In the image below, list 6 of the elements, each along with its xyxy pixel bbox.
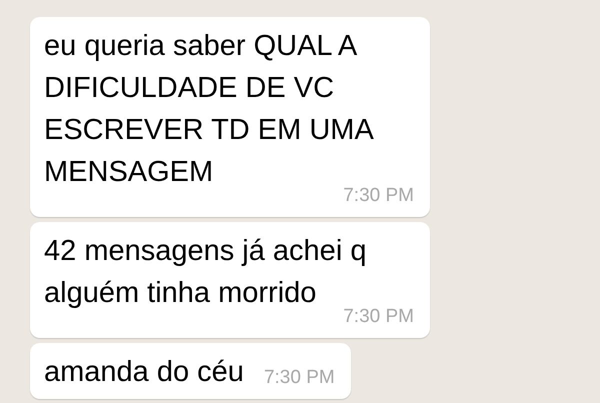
message-time: 7:30 PM <box>342 306 414 328</box>
message-text: 42 mensagens já achei q alguém tinha morrido <box>44 234 366 309</box>
message-time: 7:30 PM <box>342 185 414 207</box>
message-time: 7:30 PM <box>262 367 335 389</box>
message-text: amanda do céu <box>44 355 244 390</box>
message-text: eu queria saber QUAL A DIFICULDADE DE VC ESCREVER TD EM UMA MENSAGEM <box>44 29 373 188</box>
